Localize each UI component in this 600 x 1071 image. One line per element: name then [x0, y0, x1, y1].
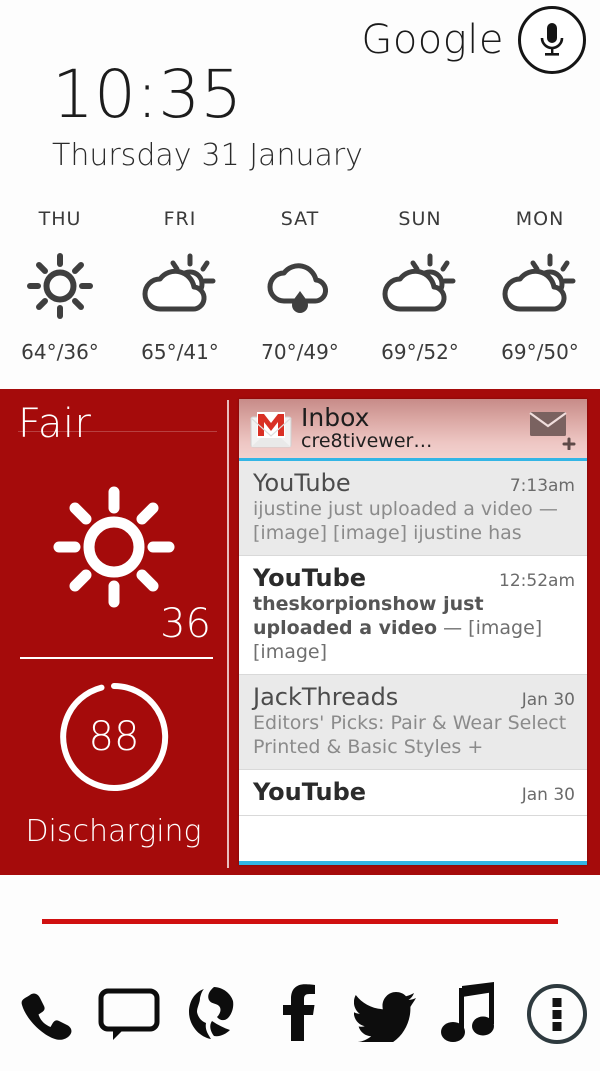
gmail-timestamp: Jan 30: [521, 784, 575, 805]
facebook-icon: [283, 984, 316, 1041]
clock-day-of-week: Thursday: [52, 138, 192, 173]
gmail-logo-icon: [249, 409, 293, 449]
forecast-temps: 65°/41°: [141, 340, 219, 364]
clock-date: Thursday 31 January: [52, 138, 363, 173]
partly-cloudy-icon: [496, 242, 584, 330]
forecast-day-label: SUN: [398, 208, 442, 230]
clock-widget[interactable]: 10:35 Thursday 31 January: [52, 56, 363, 174]
home-screen: Google 10:35 Thursday 31 January THU 64°…: [0, 0, 600, 1071]
app-drawer-icon: [527, 984, 588, 1044]
gmail-label-title: Inbox: [301, 402, 370, 432]
forecast-day[interactable]: THU 64°/36°: [0, 208, 120, 364]
gmail-row-header: JackThreads Jan 30: [253, 683, 575, 711]
gmail-message-row[interactable]: YouTube 12:52am theskorpionshow just upl…: [239, 555, 587, 675]
forecast-temps: 64°/36°: [21, 340, 99, 364]
gmail-row-header: YouTube 7:13am: [253, 469, 575, 497]
slab-vertical-divider: [227, 400, 229, 868]
forecast-day[interactable]: SAT 70°/49°: [240, 208, 360, 364]
gmail-message-row[interactable]: JackThreads Jan 30 Editors' Picks: Pair …: [239, 674, 587, 770]
dock-item-twitter[interactable]: [343, 967, 429, 1061]
weather-temperature: 36: [160, 601, 211, 647]
gmail-message-list[interactable]: YouTube 7:13am ijustine just uploaded a …: [239, 461, 587, 816]
google-search-widget[interactable]: Google: [361, 6, 586, 74]
gmail-sender: YouTube: [253, 563, 367, 592]
partly-cloudy-icon: [376, 242, 464, 330]
sunny-icon: [16, 242, 104, 330]
weather-condition: Fair: [18, 401, 92, 447]
gmail-snippet: ijustine just uploaded a video — [image]…: [253, 498, 558, 544]
forecast-day[interactable]: FRI 65°/41°: [120, 208, 240, 364]
voice-search-button[interactable]: [518, 6, 586, 74]
battery-status: Discharging: [25, 814, 202, 849]
browser-icon: [189, 987, 234, 1039]
gmail-account-name: cre8tivewer…: [301, 431, 433, 453]
dock-item-music[interactable]: [429, 967, 515, 1061]
gmail-timestamp: Jan 30: [521, 689, 575, 710]
forecast-temps: 69°/50°: [501, 340, 579, 364]
battery-ring: 88: [54, 677, 174, 802]
dock[interactable]: [0, 967, 600, 1061]
gmail-sender: YouTube: [253, 777, 367, 806]
gmail-message-row[interactable]: YouTube 7:13am ijustine just uploaded a …: [239, 461, 587, 556]
dock-separator-rule: [42, 919, 558, 924]
forecast-strip[interactable]: THU 64°/36° FRI 65°/41° SAT 70°/49° SUN …: [0, 208, 600, 364]
gmail-timestamp: 12:52am: [499, 570, 575, 591]
gmail-bottom-accent: [239, 861, 587, 865]
music-icon: [441, 982, 495, 1042]
battery-percent: 88: [88, 714, 139, 760]
forecast-day-label: MON: [515, 208, 565, 230]
gmail-sender: JackThreads: [253, 682, 399, 711]
gmail-row-header: YouTube Jan 30: [253, 778, 575, 806]
forecast-day[interactable]: MON 69°/50°: [480, 208, 600, 364]
dock-item-phone[interactable]: [0, 967, 86, 1061]
dock-item-browser[interactable]: [171, 967, 257, 1061]
widget-separator-rule: [20, 657, 213, 659]
partly-cloudy-icon: [136, 242, 224, 330]
clock-time: 10:35: [52, 56, 243, 133]
gmail-row-header: YouTube 12:52am: [253, 564, 575, 592]
microphone-icon: [540, 23, 564, 56]
forecast-day-label: FRI: [163, 208, 197, 230]
compose-mail-icon[interactable]: [529, 408, 577, 450]
clock-date-value: 31 January: [201, 138, 363, 173]
sunny-icon: [51, 484, 177, 615]
forecast-day[interactable]: SUN 69°/52°: [360, 208, 480, 364]
twitter-icon: [353, 992, 416, 1042]
dock-item-messaging[interactable]: [86, 967, 172, 1061]
weather-top-rule: [18, 431, 217, 432]
rain-icon: [256, 242, 344, 330]
gmail-snippet: Editors' Picks: Pair & Wear Select Print…: [253, 711, 567, 758]
gmail-header[interactable]: Inbox cre8tivewer…: [239, 399, 587, 461]
gmail-snippet: theskorpionshow just uploaded a video — …: [253, 593, 575, 665]
forecast-day-label: THU: [38, 208, 82, 230]
google-wordmark: Google: [361, 17, 504, 63]
gmail-sender: YouTube: [253, 469, 351, 497]
messaging-icon: [98, 988, 160, 1040]
dock-item-facebook[interactable]: [257, 967, 343, 1061]
gmail-message-row[interactable]: YouTube Jan 30: [239, 769, 587, 816]
gmail-widget[interactable]: Inbox cre8tivewer… YouTube 7:13am ijusti…: [239, 399, 587, 865]
weather-battery-widget[interactable]: Fair 36 88 Discharging: [0, 389, 227, 875]
forecast-temps: 69°/52°: [381, 340, 459, 364]
dock-item-app-drawer[interactable]: [514, 967, 600, 1061]
forecast-temps: 70°/49°: [261, 340, 339, 364]
gmail-timestamp: 7:13am: [509, 476, 575, 496]
gmail-header-titles: Inbox cre8tivewer…: [301, 402, 529, 453]
phone-icon: [21, 993, 72, 1040]
forecast-day-label: SAT: [280, 208, 320, 230]
